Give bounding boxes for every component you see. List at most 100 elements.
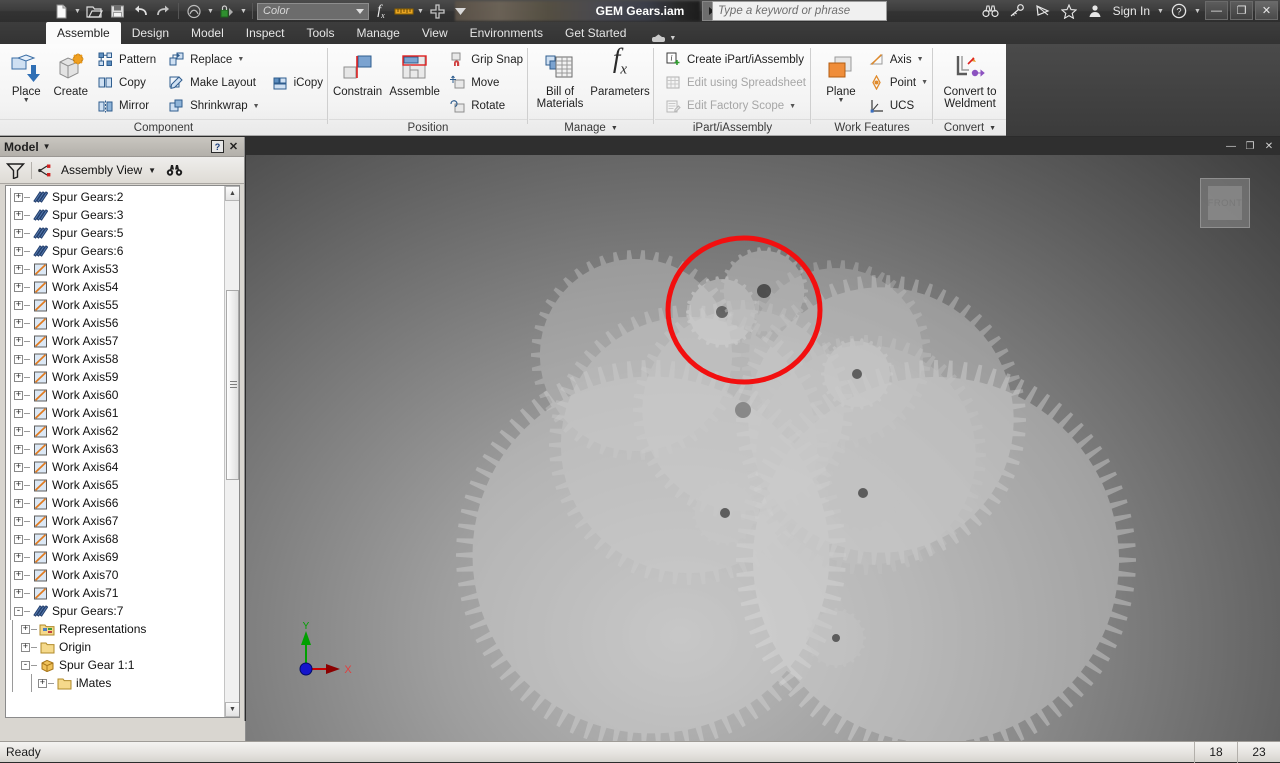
view-cube[interactable]: FRONT (1200, 178, 1250, 228)
work-axis-dropdown-icon[interactable]: ▼ (917, 56, 924, 63)
create-ipart-button[interactable]: i Create iPart/iAssembly (661, 48, 810, 71)
tree-item-work-axis56[interactable]: +Work Axis56 (6, 314, 224, 332)
tree-item-origin[interactable]: +Origin (6, 638, 224, 656)
tree-expander[interactable]: + (14, 499, 23, 508)
tree-expander[interactable]: + (14, 247, 23, 256)
undo-arrow-icon[interactable] (129, 1, 151, 21)
tree-expander[interactable]: + (14, 589, 23, 598)
scroll-up-button[interactable]: ▲ (225, 186, 240, 201)
tree-item-work-axis58[interactable]: +Work Axis58 (6, 350, 224, 368)
convert-to-weldment-button[interactable]: Convert to Weldment (937, 46, 1003, 118)
viewport-canvas[interactable]: FRONT Y X (246, 155, 1280, 741)
ucs-button[interactable]: UCS (864, 95, 932, 118)
tree-expander[interactable]: + (14, 553, 23, 562)
tab-view[interactable]: View (411, 22, 459, 44)
make-layout-button[interactable]: Make Layout (164, 71, 263, 94)
new-file-dropdown-icon[interactable]: ▼ (73, 1, 82, 21)
grip-snap-button[interactable]: Grip Snap (445, 48, 527, 71)
sign-in-label[interactable]: Sign In (1109, 4, 1154, 18)
work-axis-button[interactable]: Axis ▼ (864, 48, 932, 71)
convert-panel-label[interactable]: Convert ▼ (934, 119, 1006, 136)
measure-dropdown-icon[interactable]: ▼ (416, 1, 425, 21)
viewport-minimize-button[interactable]: — (1225, 140, 1237, 152)
tab-environments[interactable]: Environments (459, 22, 554, 44)
constrain-button[interactable]: Constrain (329, 46, 386, 118)
floppy-save-icon[interactable] (106, 1, 128, 21)
tab-get-started[interactable]: Get Started (554, 22, 637, 44)
tab-manage[interactable]: Manage (345, 22, 410, 44)
convert-panel-dropdown-icon[interactable]: ▼ (989, 125, 996, 132)
ruler-icon[interactable] (393, 1, 415, 21)
viewport-restore-button[interactable]: ❐ (1244, 140, 1256, 152)
shrinkwrap-button[interactable]: Shrinkwrap ▼ (164, 95, 263, 118)
binoculars-icon[interactable] (979, 1, 1003, 21)
tree-expander[interactable]: + (14, 427, 23, 436)
work-plane-button[interactable]: Plane ▼ (818, 46, 864, 118)
filter-funnel-icon[interactable] (6, 162, 25, 179)
redo-arrow-icon[interactable] (152, 1, 174, 21)
tree-item-spur-gears-2[interactable]: +Spur Gears:2 (6, 188, 224, 206)
material-lock-icon[interactable] (216, 1, 238, 21)
plus-icon[interactable] (426, 1, 448, 21)
tree-expander[interactable]: - (14, 607, 23, 616)
tree-expander[interactable]: + (14, 211, 23, 220)
tree-item-work-axis60[interactable]: +Work Axis60 (6, 386, 224, 404)
tree-expander[interactable]: + (14, 337, 23, 346)
tree-expander[interactable]: + (14, 229, 23, 238)
model-tree-scrollbar[interactable]: ▲ ▼ (224, 186, 239, 717)
tree-item-work-axis63[interactable]: +Work Axis63 (6, 440, 224, 458)
tree-expander[interactable]: + (14, 283, 23, 292)
tree-expander[interactable]: + (14, 463, 23, 472)
tab-tools[interactable]: Tools (295, 22, 345, 44)
work-point-dropdown-icon[interactable]: ▼ (921, 79, 928, 86)
tree-expander[interactable]: + (14, 535, 23, 544)
rotate-button[interactable]: Rotate (445, 95, 527, 118)
folder-open-icon[interactable] (83, 1, 105, 21)
tree-item-imates[interactable]: +iMates (6, 674, 224, 692)
tree-item-work-axis53[interactable]: +Work Axis53 (6, 260, 224, 278)
tree-expander[interactable]: + (38, 679, 47, 688)
tree-expander[interactable]: + (14, 319, 23, 328)
browser-help-button[interactable]: ? (211, 140, 224, 153)
tab-inspect[interactable]: Inspect (235, 22, 296, 44)
tab-assemble[interactable]: Assemble (46, 22, 121, 44)
create-component-button[interactable]: Create (49, 46, 94, 118)
tree-item-work-axis66[interactable]: +Work Axis66 (6, 494, 224, 512)
place-dropdown-icon[interactable]: ▼ (23, 97, 30, 104)
tree-expander[interactable]: + (14, 265, 23, 274)
tree-expander[interactable]: + (14, 373, 23, 382)
tree-item-spur-gears-5[interactable]: +Spur Gears:5 (6, 224, 224, 242)
browser-close-button[interactable]: ✕ (227, 140, 240, 153)
scrollbar-thumb[interactable] (226, 290, 239, 480)
view-cube-front-face[interactable]: FRONT (1208, 186, 1242, 220)
tree-expander[interactable]: + (14, 355, 23, 364)
assembly-view-dropdown-icon[interactable]: ▼ (148, 166, 156, 175)
key-icon[interactable] (1005, 1, 1029, 21)
ribbon-collapse-icon[interactable] (651, 33, 666, 44)
tree-item-work-axis61[interactable]: +Work Axis61 (6, 404, 224, 422)
window-close-button[interactable]: ✕ (1255, 1, 1278, 20)
search-input[interactable]: Type a keyword or phrase (712, 1, 887, 21)
tab-model[interactable]: Model (180, 22, 235, 44)
appearance-dropdown-icon[interactable]: ▼ (206, 1, 215, 21)
tree-expander[interactable]: + (14, 481, 23, 490)
scroll-down-button[interactable]: ▼ (225, 702, 240, 717)
question-help-icon[interactable]: ? (1167, 1, 1191, 21)
window-restore-button[interactable]: ❐ (1230, 1, 1253, 20)
tree-expander[interactable]: + (14, 301, 23, 310)
tree-item-work-axis59[interactable]: +Work Axis59 (6, 368, 224, 386)
tree-expander[interactable]: + (14, 445, 23, 454)
copy-button[interactable]: Copy (93, 71, 160, 94)
pattern-button[interactable]: Pattern (93, 48, 160, 71)
place-component-button[interactable]: Place ▼ (4, 46, 49, 118)
replace-button[interactable]: Replace ▼ (164, 48, 263, 71)
sign-in-dropdown-icon[interactable]: ▼ (1156, 1, 1165, 21)
tree-expander[interactable]: + (14, 409, 23, 418)
manage-panel-label[interactable]: Manage ▼ (529, 119, 653, 136)
new-file-icon[interactable] (50, 1, 72, 21)
tree-item-work-axis65[interactable]: +Work Axis65 (6, 476, 224, 494)
tree-item-spur-gears-3[interactable]: +Spur Gears:3 (6, 206, 224, 224)
tab-design[interactable]: Design (121, 22, 180, 44)
tree-item-representations[interactable]: +Representations (6, 620, 224, 638)
qat-overflow-icon[interactable] (449, 1, 471, 21)
